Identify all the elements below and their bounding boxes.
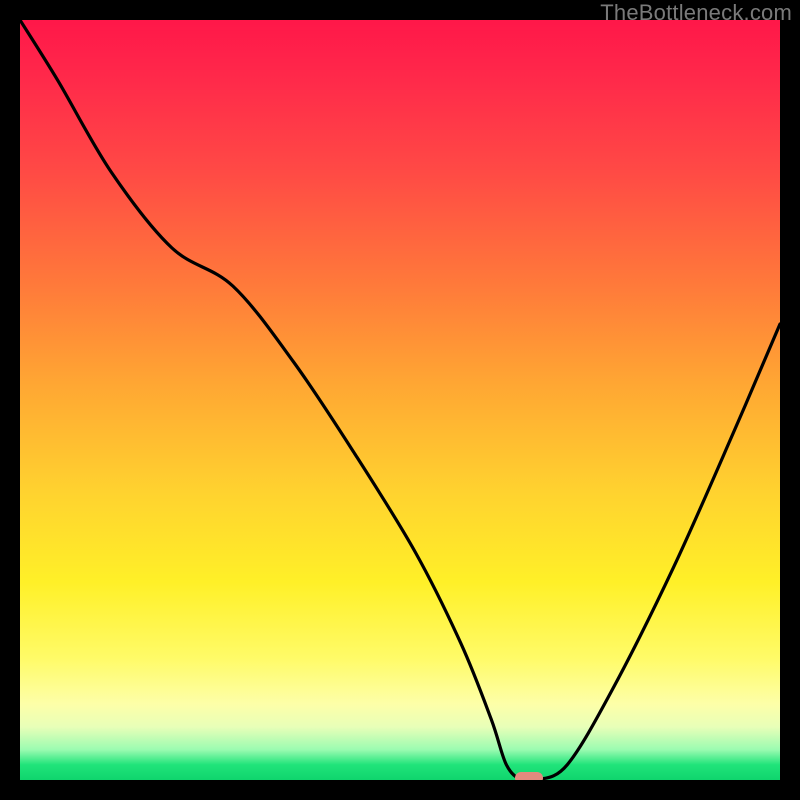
minimum-marker <box>515 772 543 780</box>
chart-canvas: TheBottleneck.com <box>0 0 800 800</box>
bottleneck-curve-path <box>20 20 780 780</box>
curve-layer <box>20 20 780 780</box>
plot-area <box>20 20 780 780</box>
